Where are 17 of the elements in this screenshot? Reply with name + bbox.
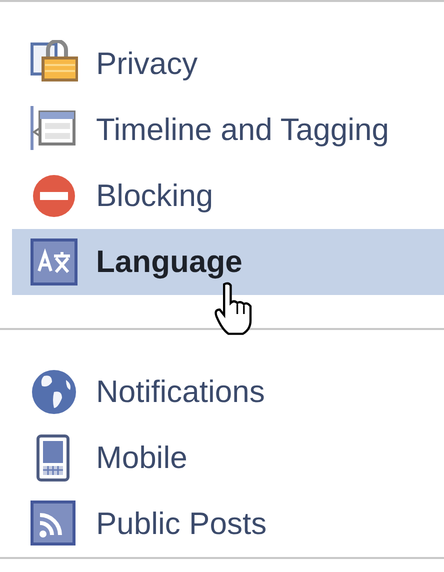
sidebar-item[interactable]: Public Posts [12,491,444,557]
item-label: Privacy [96,46,198,82]
language-icon [30,238,78,286]
sidebar-item[interactable]: Privacy [12,31,444,97]
item-label: Language [96,244,242,280]
item-label: Notifications [96,374,265,410]
rss-feed-icon [30,500,78,548]
globe-icon [30,368,78,416]
no-entry-icon [30,172,78,220]
item-label: Timeline and Tagging [96,112,389,148]
sidebar-item[interactable]: Mobile [12,425,444,491]
item-label: Mobile [96,440,188,476]
sidebar-item[interactable]: Blocking [12,163,444,229]
sidebar-item[interactable]: Timeline and Tagging [12,97,444,163]
item-label: Public Posts [96,506,267,542]
item-label: Blocking [96,178,214,214]
sidebar-item[interactable]: Notifications [12,359,444,425]
